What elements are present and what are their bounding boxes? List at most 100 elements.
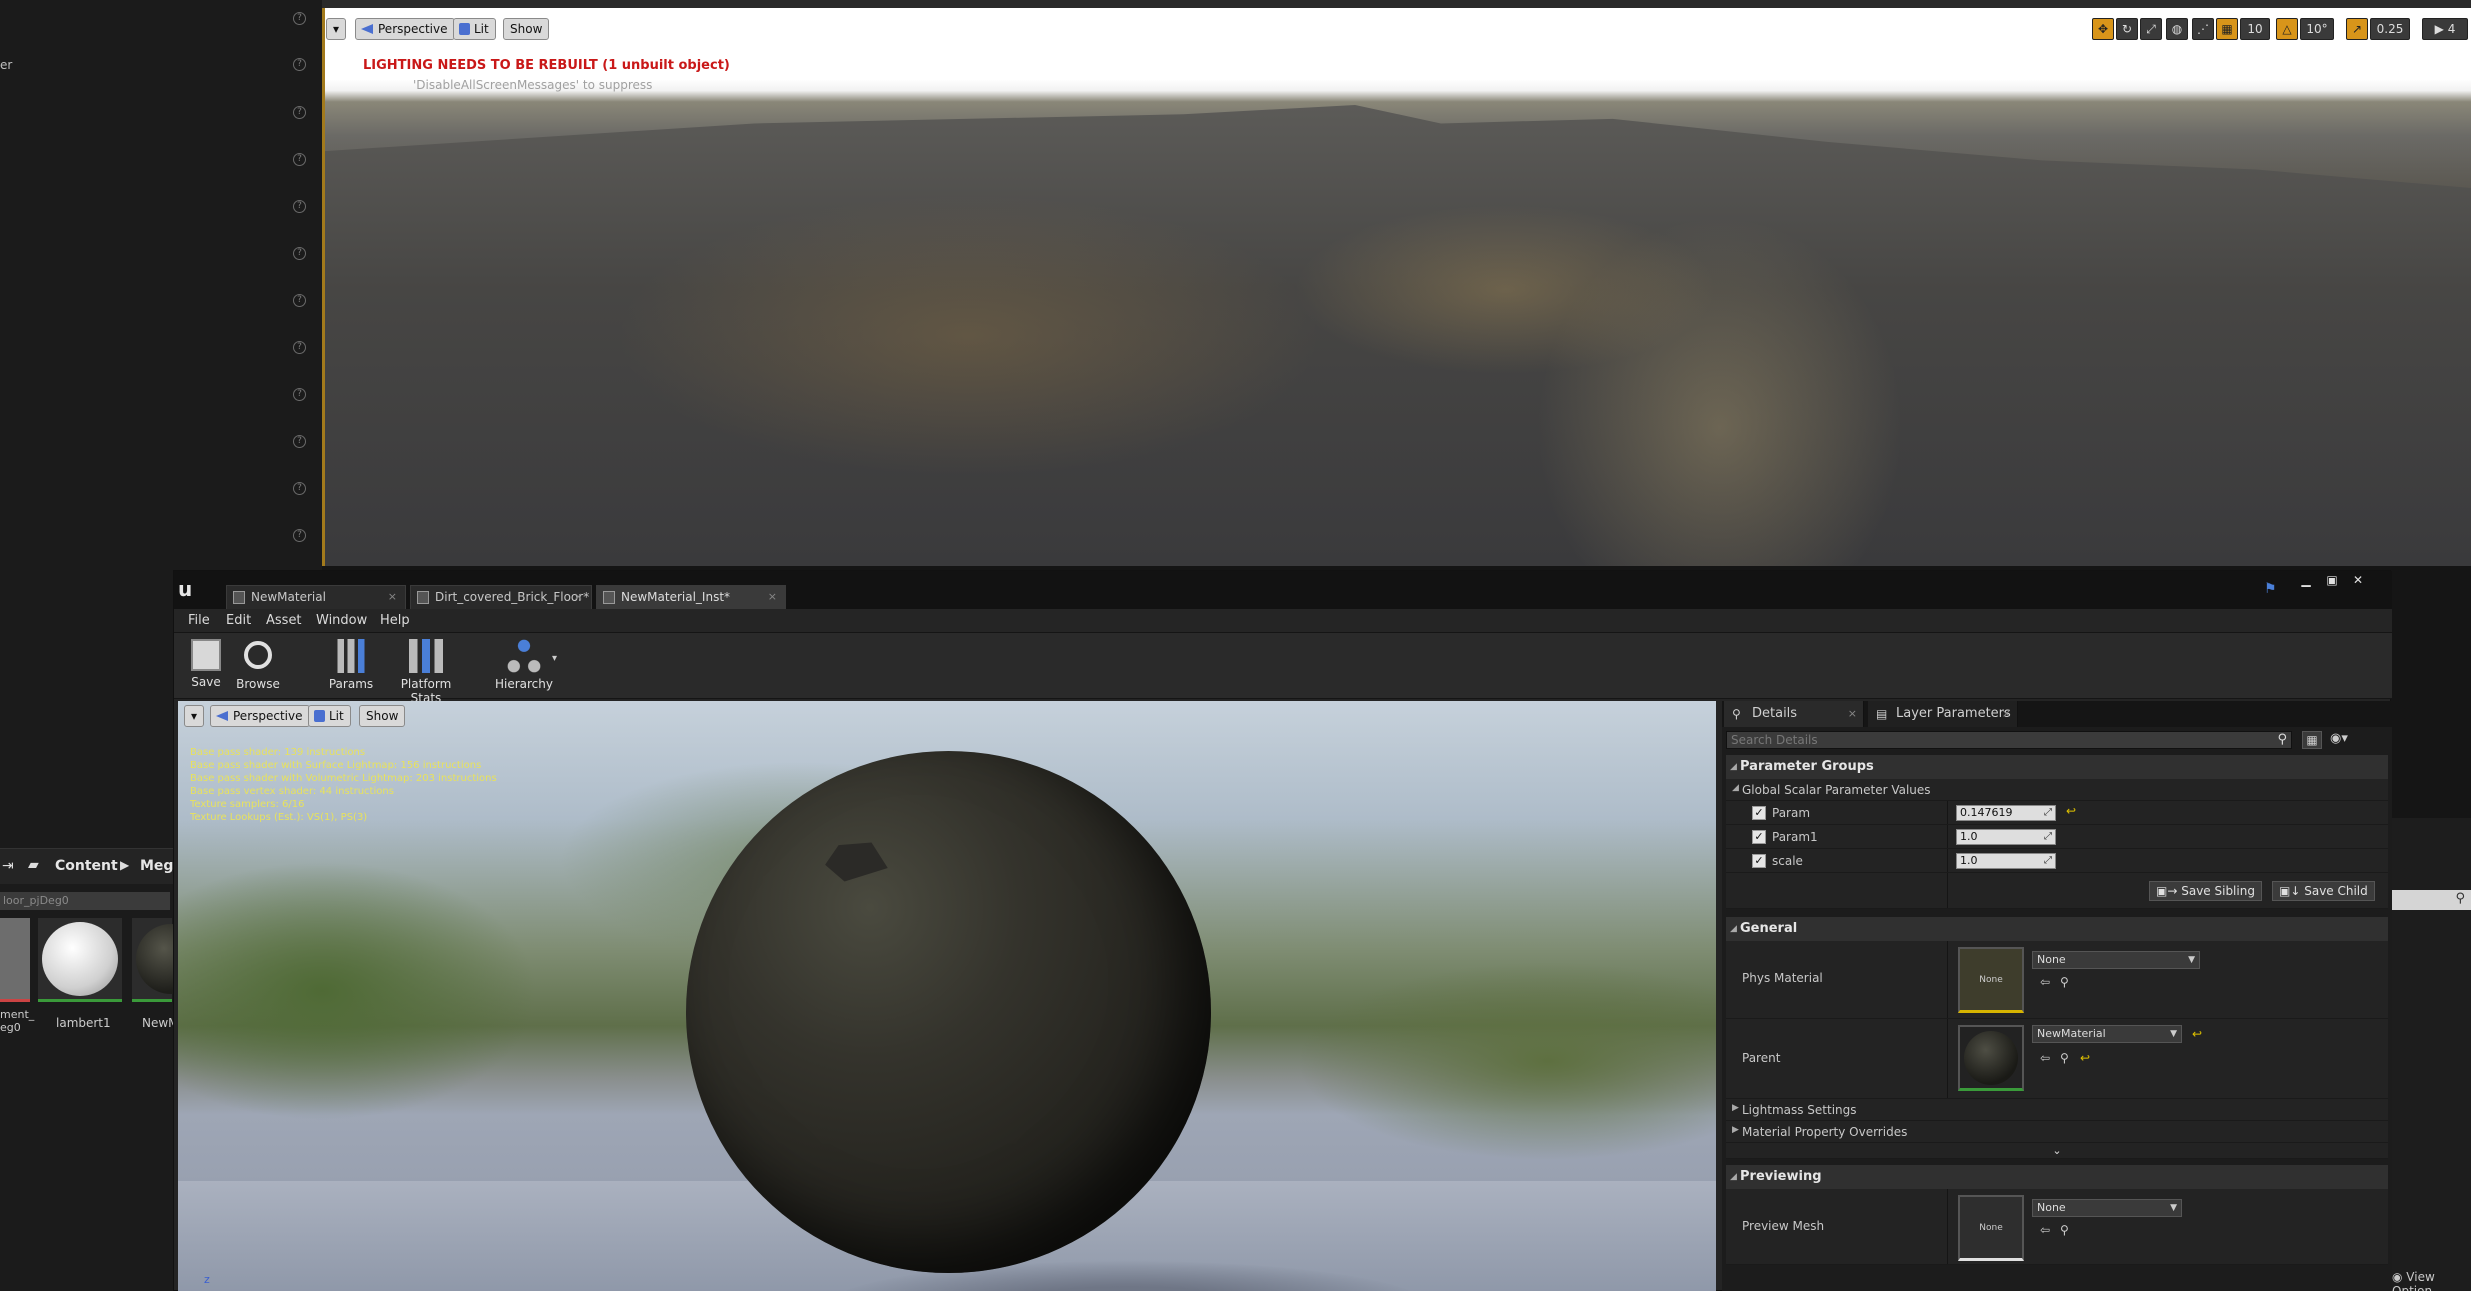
menu-asset[interactable]: Asset bbox=[266, 613, 302, 628]
grid-snap-value[interactable]: 10 bbox=[2240, 18, 2270, 40]
preview-perspective-button[interactable]: Perspective bbox=[210, 705, 310, 727]
phys-material-thumb[interactable]: None bbox=[1958, 947, 2024, 1013]
path-content[interactable]: Content bbox=[55, 858, 118, 874]
tab-details[interactable]: ⚲ Details × bbox=[1724, 701, 1864, 727]
preview-mesh-combo[interactable]: None ▼ bbox=[2032, 1199, 2182, 1217]
help-icon[interactable]: ? bbox=[293, 12, 306, 25]
lightmass-settings-row[interactable]: ▶ Lightmass Settings bbox=[1726, 1099, 2388, 1121]
phys-material-combo[interactable]: None ▼ bbox=[2032, 951, 2200, 969]
property-matrix-icon[interactable]: ▦ bbox=[2302, 731, 2322, 749]
rotate-icon[interactable]: ↻ bbox=[2116, 18, 2138, 40]
help-icon[interactable]: ? bbox=[293, 58, 306, 71]
hierarchy-button[interactable]: Hierarchy bbox=[494, 639, 554, 691]
asset-thumb-lambert1[interactable] bbox=[38, 918, 122, 1002]
section-general[interactable]: ◢ General bbox=[1726, 917, 2388, 941]
param-override-checkbox[interactable]: ✓ bbox=[1752, 854, 1766, 868]
use-selected-icon[interactable]: ⇦ bbox=[2040, 975, 2050, 989]
help-icon[interactable]: ? bbox=[293, 294, 306, 307]
browse-button[interactable]: Browse bbox=[234, 639, 282, 691]
right-search-input[interactable]: ⚲ bbox=[2392, 890, 2471, 910]
preview-lit-button[interactable]: Lit bbox=[308, 705, 351, 727]
view-options-button[interactable]: ◉ View Option bbox=[2392, 1270, 2471, 1291]
arrow-right-icon[interactable]: ⇥ bbox=[2, 858, 14, 874]
tab-close-icon[interactable]: × bbox=[768, 586, 777, 608]
grid-snap-icon[interactable]: ▦ bbox=[2216, 18, 2238, 40]
world-local-icon[interactable]: ◍ bbox=[2166, 18, 2188, 40]
advanced-expander[interactable]: ⌄ bbox=[1726, 1143, 2388, 1159]
save-child-button[interactable]: ▣↓ Save Child bbox=[2272, 881, 2375, 901]
param-value-input[interactable]: 1.0 ⤢ bbox=[1956, 829, 2056, 845]
help-icon[interactable]: ? bbox=[293, 529, 306, 542]
use-selected-icon[interactable]: ⇦ bbox=[2040, 1051, 2050, 1065]
close-button[interactable]: ✕ bbox=[2348, 573, 2368, 587]
hierarchy-dropdown-icon[interactable]: ▾ bbox=[552, 653, 557, 664]
browse-asset-icon[interactable]: ⚲ bbox=[2060, 975, 2069, 989]
param-override-checkbox[interactable]: ✓ bbox=[1752, 806, 1766, 820]
eye-visibility-icon[interactable]: ◉▾ bbox=[2330, 731, 2348, 746]
help-icon[interactable]: ? bbox=[293, 153, 306, 166]
menu-file[interactable]: File bbox=[188, 613, 210, 628]
surface-snap-icon[interactable]: ⋰ bbox=[2192, 18, 2214, 40]
menu-window[interactable]: Window bbox=[316, 613, 367, 628]
show-button[interactable]: Show bbox=[503, 18, 550, 40]
minimize-button[interactable]: ▁ bbox=[2296, 573, 2316, 587]
help-icon[interactable]: ? bbox=[293, 106, 306, 119]
asset-thumb-newmaterial[interactable] bbox=[132, 918, 206, 1002]
param-value-input[interactable]: 1.0 ⤢ bbox=[1956, 853, 2056, 869]
tab-close-icon[interactable]: × bbox=[2002, 701, 2011, 727]
help-icon[interactable]: ? bbox=[293, 200, 306, 213]
reset-to-default-icon[interactable]: ↩ bbox=[2066, 804, 2076, 818]
parent-thumb[interactable] bbox=[1958, 1025, 2024, 1091]
params-button[interactable]: Params bbox=[326, 639, 376, 691]
tab-layer-parameters[interactable]: ▤ Layer Parameters × bbox=[1868, 701, 2018, 727]
material-preview-viewport[interactable]: ▾ Perspective Lit Show Base pass shader:… bbox=[178, 701, 1716, 1291]
rotation-snap-value[interactable]: 10° bbox=[2300, 18, 2334, 40]
tab-close-icon[interactable]: × bbox=[574, 586, 583, 608]
help-icon[interactable]: ? bbox=[293, 435, 306, 448]
parent-combo[interactable]: NewMaterial ▼ bbox=[2032, 1025, 2182, 1043]
tab-newmaterial-inst[interactable]: NewMaterial_Inst* × bbox=[596, 585, 786, 609]
asset-thumb[interactable] bbox=[0, 918, 30, 1002]
feedback-icon[interactable]: ⚑ bbox=[2264, 581, 2277, 597]
scale-snap-value[interactable]: 0.25 bbox=[2370, 18, 2410, 40]
help-icon[interactable]: ? bbox=[293, 388, 306, 401]
tab-brick-floor[interactable]: Dirt_covered_Brick_Floor* × bbox=[410, 585, 592, 609]
help-icon[interactable]: ? bbox=[293, 482, 306, 495]
param-value-input[interactable]: 0.147619 ⤢ bbox=[1956, 805, 2056, 821]
reset-to-default-icon[interactable]: ↩ bbox=[2192, 1027, 2202, 1041]
section-previewing[interactable]: ◢ Previewing bbox=[1726, 1165, 2388, 1189]
preview-show-button[interactable]: Show bbox=[359, 705, 406, 727]
preview-mesh-thumb[interactable]: None bbox=[1958, 1195, 2024, 1261]
camera-speed-button[interactable]: ▶ 4 bbox=[2422, 18, 2468, 40]
translate-icon[interactable]: ✥ bbox=[2092, 18, 2114, 40]
scale-icon[interactable]: ⤢ bbox=[2140, 18, 2162, 40]
menu-edit[interactable]: Edit bbox=[226, 613, 251, 628]
content-search-input[interactable]: loor_pjDeg0 bbox=[0, 892, 170, 910]
section-parameter-groups[interactable]: ◢ Parameter Groups bbox=[1726, 755, 2388, 779]
material-overrides-row[interactable]: ▶ Material Property Overrides bbox=[1726, 1121, 2388, 1143]
help-icon[interactable]: ? bbox=[293, 247, 306, 260]
save-button[interactable]: Save bbox=[186, 639, 226, 689]
save-sibling-button[interactable]: ▣→ Save Sibling bbox=[2149, 881, 2262, 901]
scale-snap-icon[interactable]: ↗ bbox=[2346, 18, 2368, 40]
tab-newmaterial[interactable]: NewMaterial × bbox=[226, 585, 406, 609]
platform-stats-button[interactable]: Platform Stats bbox=[384, 639, 468, 705]
browse-asset-icon[interactable]: ⚲ bbox=[2060, 1223, 2069, 1237]
reset-to-default-icon[interactable]: ↩ bbox=[2080, 1051, 2090, 1065]
viewport-options-button[interactable]: ▾ bbox=[326, 18, 346, 40]
global-scalar-group[interactable]: ◢ Global Scalar Parameter Values bbox=[1726, 779, 2388, 801]
path-next[interactable]: Meg bbox=[140, 858, 173, 874]
details-search-input[interactable]: Search Details ⚲ bbox=[1726, 731, 2292, 749]
lit-button[interactable]: Lit bbox=[453, 18, 496, 40]
preview-options-button[interactable]: ▾ bbox=[184, 705, 204, 727]
menu-help[interactable]: Help bbox=[380, 613, 410, 628]
browse-asset-icon[interactable]: ⚲ bbox=[2060, 1051, 2069, 1065]
rotation-snap-icon[interactable]: △ bbox=[2276, 18, 2298, 40]
help-icon[interactable]: ? bbox=[293, 341, 306, 354]
param-override-checkbox[interactable]: ✓ bbox=[1752, 830, 1766, 844]
maximize-button[interactable]: ▣ bbox=[2322, 573, 2342, 587]
tab-close-icon[interactable]: × bbox=[1848, 701, 1857, 727]
use-selected-icon[interactable]: ⇦ bbox=[2040, 1223, 2050, 1237]
tab-close-icon[interactable]: × bbox=[388, 586, 397, 608]
perspective-button[interactable]: Perspective bbox=[355, 18, 455, 40]
